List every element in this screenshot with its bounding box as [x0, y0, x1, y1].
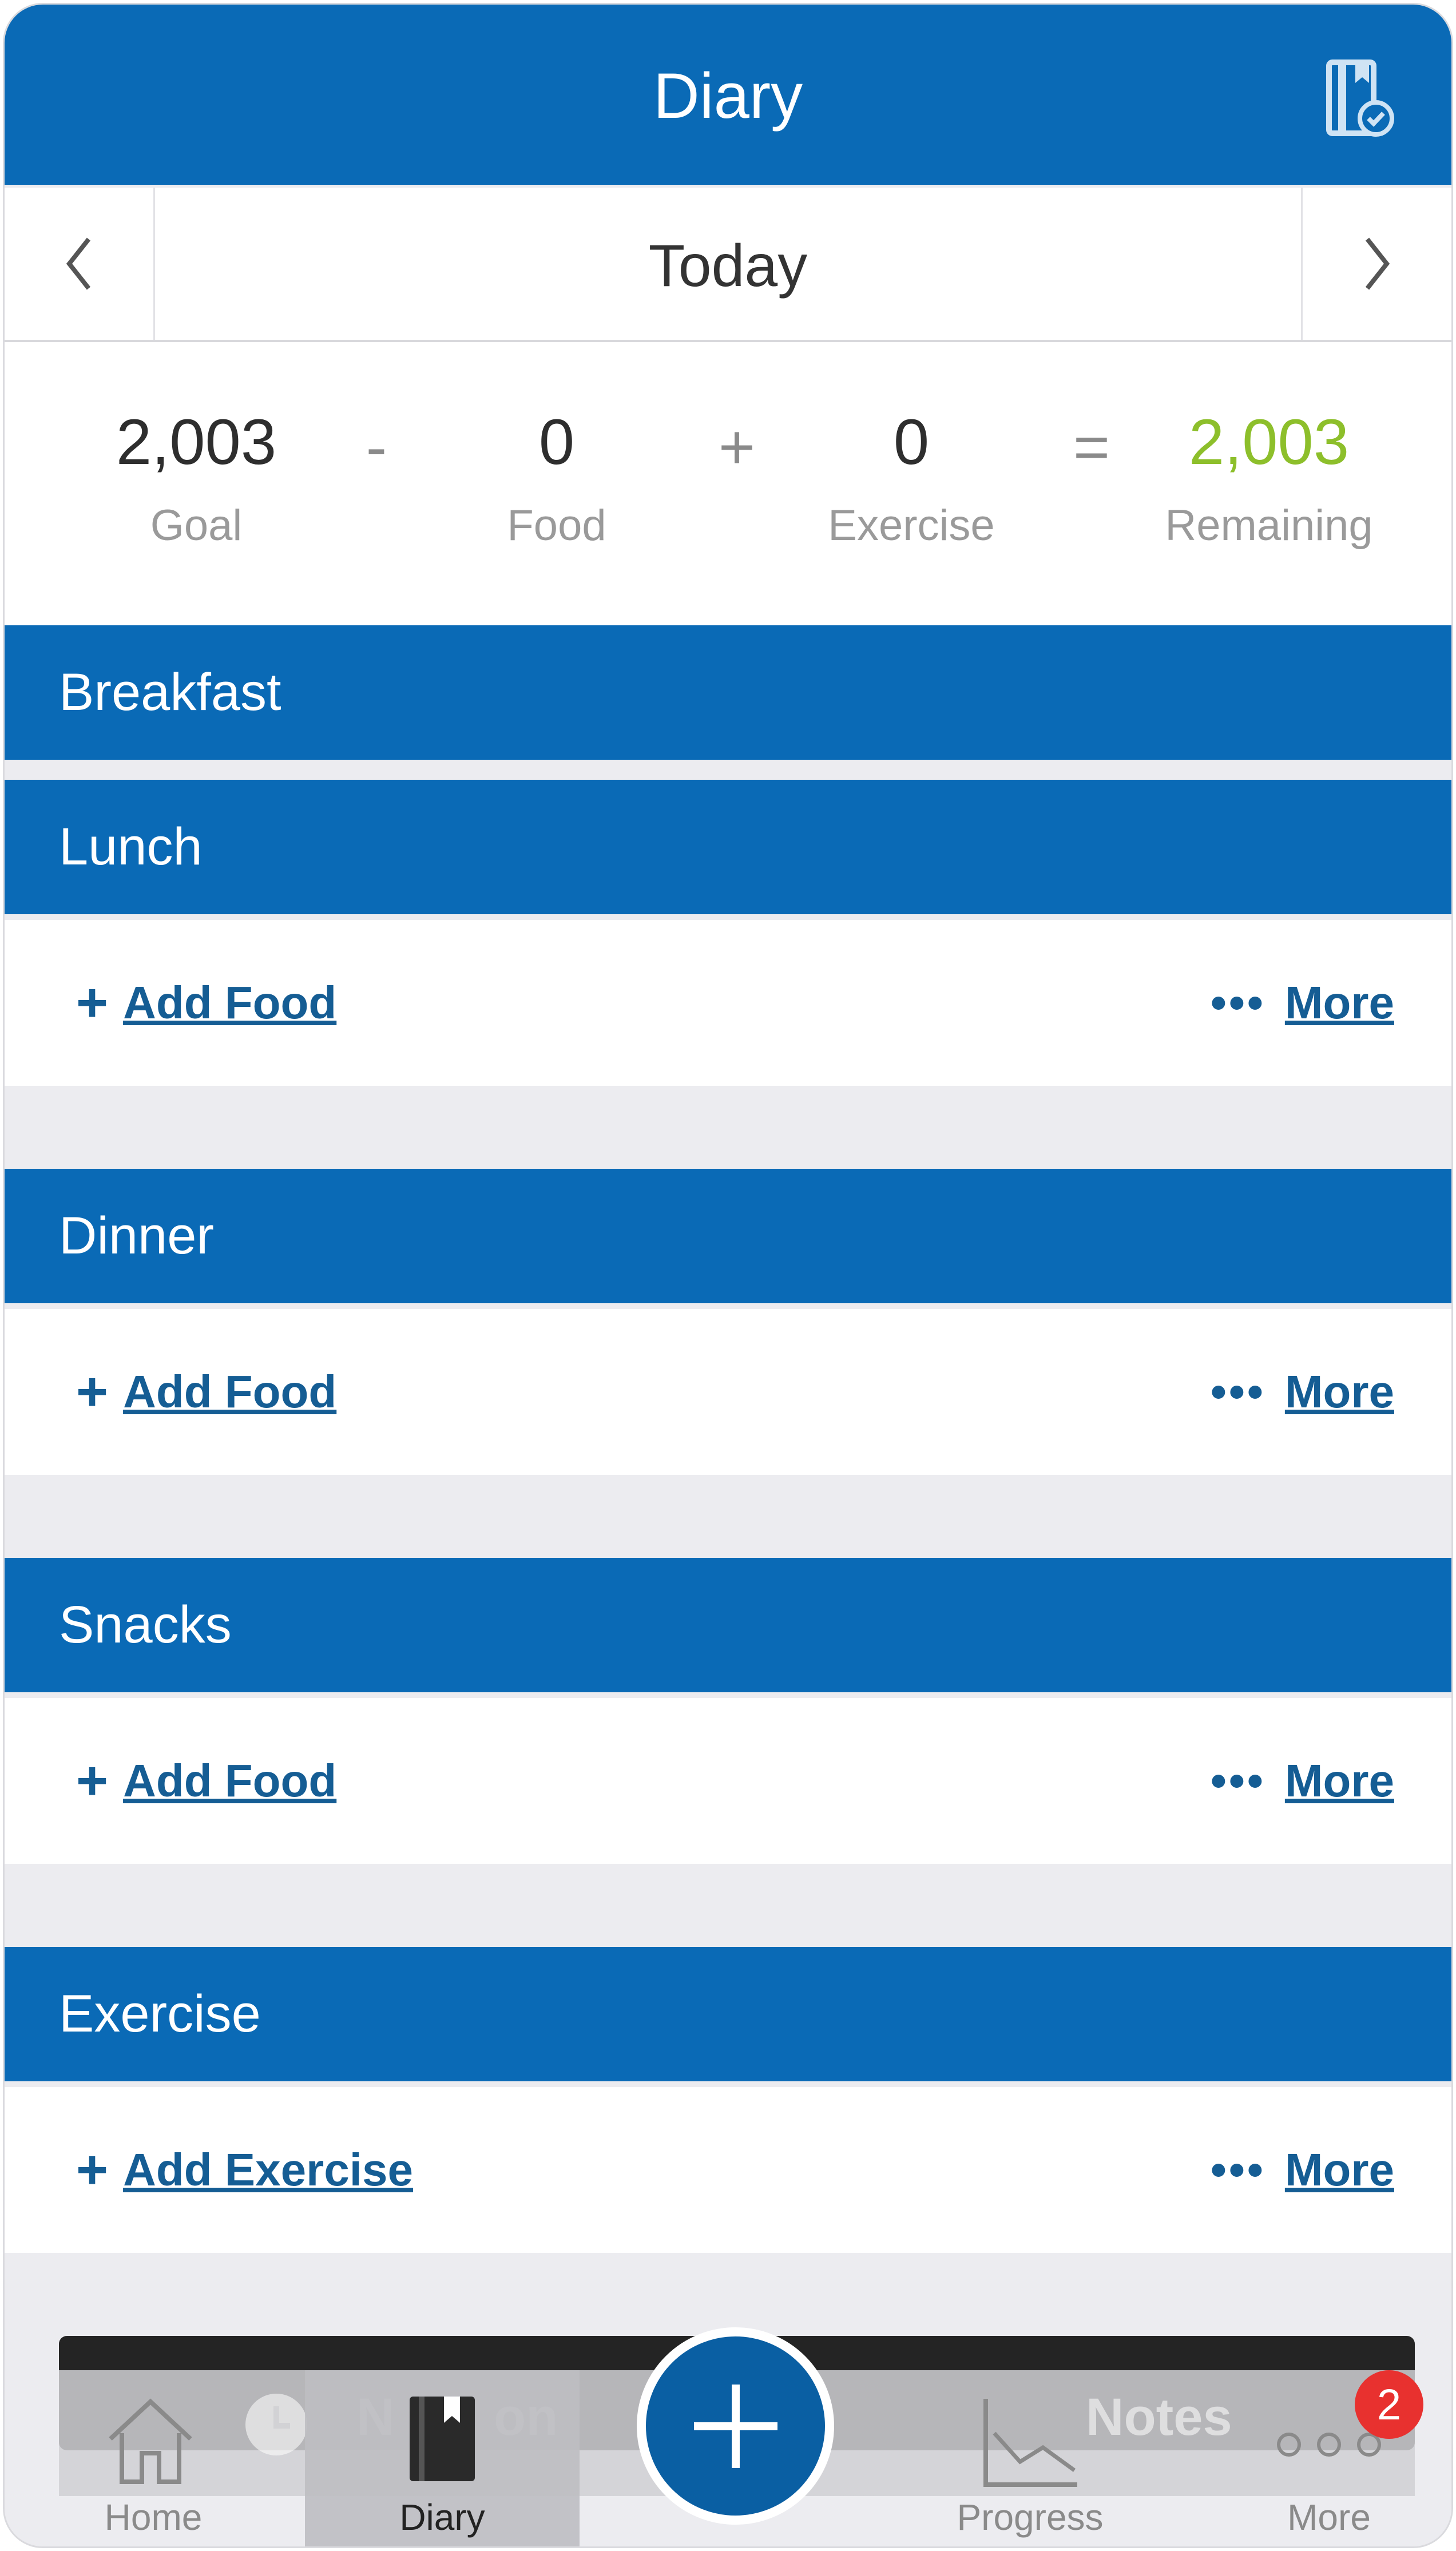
home-icon [109, 2398, 192, 2484]
tab-progress[interactable]: Progress [931, 2370, 1129, 2546]
more-label: More [1284, 1755, 1394, 1806]
dinner-actions: + Add Food ••• More [5, 1309, 1451, 1475]
goal-value: 2,003 [116, 406, 277, 478]
calorie-summary: 2,003 Goal - 0 Food + 0 Exercise = 2,003… [5, 342, 1451, 625]
food-value: 0 [538, 406, 575, 478]
add-food-label: Add Food [123, 1366, 337, 1417]
lunch-actions: + Add Food ••• More [5, 920, 1451, 1086]
exercise-label: Exercise [828, 501, 995, 550]
remaining-label: Remaining [1165, 501, 1373, 550]
next-day-button[interactable] [1301, 188, 1451, 340]
more-label: More [1284, 977, 1394, 1028]
exercise-summary: 0 Exercise [791, 405, 1032, 550]
food-label: Food [507, 501, 606, 550]
add-exercise-label: Add Exercise [123, 2144, 413, 2195]
minus-operator: - [366, 412, 387, 482]
section-header-breakfast: Breakfast [5, 625, 1451, 760]
page-title: Diary [653, 60, 803, 132]
add-food-snacks-link[interactable]: + Add Food [76, 1698, 336, 1864]
add-plus-icon [693, 2384, 777, 2468]
plus-icon: + [76, 2139, 109, 2200]
exercise-actions: + Add Exercise ••• More [5, 2087, 1451, 2253]
notification-badge: 2 [1355, 2370, 1423, 2439]
more-dots-icon: ••• [1210, 1366, 1265, 1417]
more-snacks-link[interactable]: ••• More [1211, 1698, 1394, 1864]
app-frame: Diary Today 2,003 Goal - 0 Food + 0 Exer… [3, 3, 1453, 2548]
tab-diary[interactable]: Diary [305, 2370, 580, 2546]
more-dinner-link[interactable]: ••• More [1211, 1309, 1394, 1475]
plus-operator: + [718, 412, 756, 482]
diary-book-icon [410, 2397, 475, 2481]
section-header-snacks: Snacks [5, 1558, 1451, 1692]
date-navigation: Today [5, 188, 1451, 342]
add-food-lunch-link[interactable]: + Add Food [76, 920, 336, 1086]
tab-more-label: More [1287, 2497, 1371, 2538]
equals-operator: = [1073, 412, 1110, 482]
plus-icon: + [76, 1750, 109, 1811]
more-label: More [1284, 1366, 1394, 1417]
add-food-label: Add Food [123, 977, 337, 1028]
more-dots-icon: ••• [1210, 2144, 1265, 2195]
more-dots-icon: ••• [1210, 1755, 1265, 1806]
plus-icon: + [76, 972, 109, 1033]
goal-summary: 2,003 Goal [76, 405, 316, 550]
progress-chart-icon [983, 2399, 1077, 2487]
more-exercise-link[interactable]: ••• More [1211, 2087, 1394, 2253]
more-dots-icon: ••• [1210, 977, 1265, 1028]
section-header-dinner: Dinner [5, 1169, 1451, 1303]
quick-add-button[interactable] [637, 2327, 834, 2525]
add-food-dinner-link[interactable]: + Add Food [76, 1309, 336, 1475]
more-lunch-link[interactable]: ••• More [1211, 920, 1394, 1086]
snacks-actions: + Add Food ••• More [5, 1698, 1451, 1864]
remaining-value: 2,003 [1188, 406, 1350, 478]
tab-home-label: Home [104, 2497, 203, 2538]
top-header: Diary [5, 5, 1451, 185]
section-header-lunch: Lunch [5, 780, 1451, 914]
section-header-exercise: Exercise [5, 1947, 1451, 2081]
previous-day-button[interactable] [5, 188, 155, 340]
more-label: More [1284, 2144, 1394, 2195]
plus-icon: + [76, 1361, 109, 1422]
add-exercise-link[interactable]: + Add Exercise [76, 2087, 413, 2253]
add-food-label: Add Food [123, 1755, 337, 1806]
diary-check-icon[interactable] [1326, 59, 1394, 139]
chevron-left-icon [66, 237, 91, 290]
tab-progress-label: Progress [957, 2497, 1104, 2538]
date-label[interactable]: Today [153, 232, 1303, 300]
clock-icon [245, 2394, 307, 2455]
tab-home[interactable]: Home [59, 2370, 248, 2546]
exercise-value: 0 [893, 406, 930, 478]
remaining-summary: 2,003 Remaining [1149, 405, 1389, 550]
food-summary: 0 Food [437, 405, 677, 550]
goal-label: Goal [150, 501, 243, 550]
chevron-right-icon [1365, 237, 1390, 290]
tab-diary-label: Diary [399, 2497, 485, 2538]
